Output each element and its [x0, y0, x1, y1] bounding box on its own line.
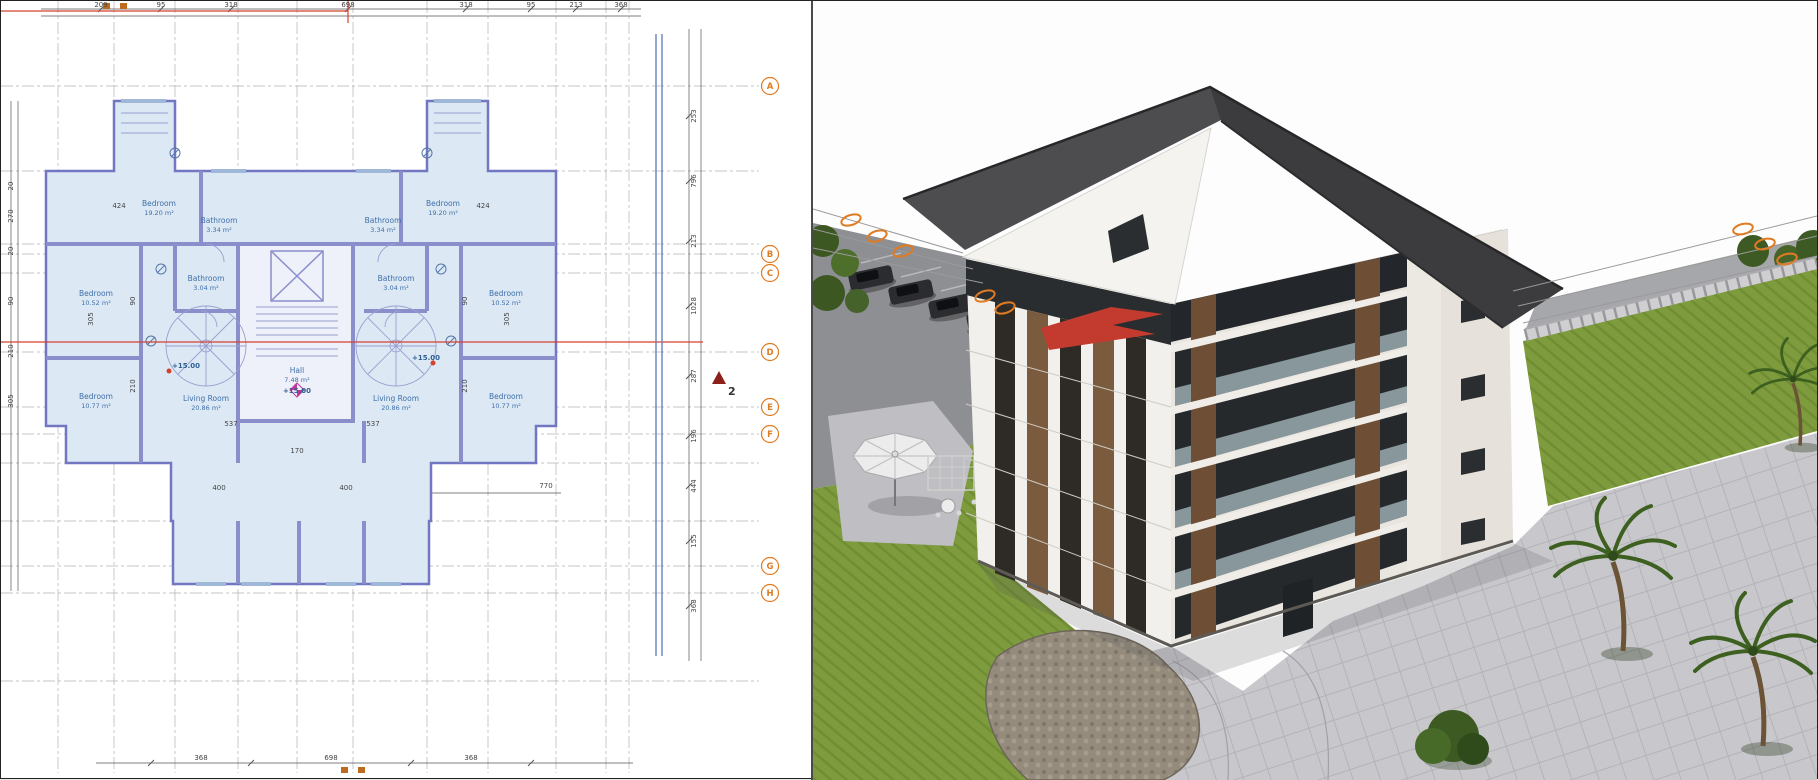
dim-label: 424: [112, 202, 126, 210]
room-name: Living Room: [183, 394, 229, 403]
room-name: Bathroom: [201, 216, 238, 225]
room-name: Bedroom: [142, 199, 176, 208]
grid-bubble-label: A: [767, 82, 774, 92]
dim-label: 368: [690, 599, 698, 612]
grid-bubble-label: G: [767, 562, 774, 572]
room-name: Bedroom: [489, 392, 523, 401]
room-area: 7.48 m²: [284, 376, 310, 384]
elevation-label: +15.00: [172, 362, 200, 370]
dim-label: 305: [503, 312, 511, 325]
dim-label: 444: [690, 479, 698, 493]
dim-label: 210: [461, 379, 469, 392]
dim-label: 368: [464, 754, 477, 762]
dim-label: 20: [7, 182, 15, 191]
dim-label: 400: [212, 484, 225, 492]
3d-view-pane[interactable]: [813, 1, 1817, 780]
dim-label: 537: [366, 420, 379, 428]
grid-bubble-label: F: [767, 430, 773, 440]
3d-viewport[interactable]: [813, 1, 1817, 780]
room-area: 10.77 m²: [81, 402, 111, 410]
room-area: 3.04 m²: [193, 284, 219, 292]
dim-label: 796: [690, 174, 698, 188]
dim-label: 90: [129, 297, 137, 306]
section-marker-label: 2: [728, 385, 736, 398]
dim-label: 90: [7, 297, 15, 306]
room-area: 10.77 m²: [491, 402, 521, 410]
room-name: Bedroom: [489, 289, 523, 298]
dim-label: 95: [157, 1, 166, 9]
dim-label: 368: [614, 1, 627, 9]
dim-label: 770: [539, 482, 552, 490]
room-area: 19.20 m²: [428, 209, 458, 217]
grid-bubble-label: E: [767, 403, 773, 413]
grid-bubble-label: H: [766, 589, 773, 599]
dim-label: 287: [690, 369, 698, 382]
room-name: Bathroom: [365, 216, 402, 225]
section-marker[interactable]: 2: [712, 371, 736, 398]
dim-label: 20: [7, 247, 15, 256]
dim-label: 305: [87, 312, 95, 325]
grid-bubble-label: C: [767, 269, 773, 279]
dim-label: 305: [7, 394, 15, 407]
cad-window: A B C D E F G H 209 95 318 698 318 95 21…: [0, 0, 1818, 779]
dim-label: 209: [94, 1, 107, 9]
dim-label: 270: [7, 209, 15, 222]
dim-label: 698: [341, 1, 354, 9]
dim-label: 210: [129, 379, 137, 392]
elevation-label: +15.00: [412, 354, 440, 362]
room-name: Living Room: [373, 394, 419, 403]
room-name: Bedroom: [426, 199, 460, 208]
dim-label: 424: [476, 202, 490, 210]
dim-label: 196: [690, 429, 698, 443]
dim-label: 90: [461, 297, 469, 306]
elevation-label: +15.00: [283, 387, 311, 395]
room-name: Bathroom: [378, 274, 415, 283]
room-name: Hall: [290, 366, 304, 375]
grid-bubbles: A B C D E F G H: [762, 78, 779, 602]
floor-plan-pane[interactable]: A B C D E F G H 209 95 318 698 318 95 21…: [1, 1, 813, 780]
dim-label: 170: [290, 447, 303, 455]
dim-label: 698: [324, 754, 337, 762]
dim-label: 318: [224, 1, 237, 9]
dim-label: 537: [224, 420, 237, 428]
grid-bubble-label: B: [767, 250, 773, 260]
dim-label: 368: [194, 754, 207, 762]
room-area: 3.34 m²: [206, 226, 232, 234]
window-band: [656, 34, 662, 656]
room-name: Bedroom: [79, 392, 113, 401]
dim-label: 155: [690, 534, 698, 547]
room-name: Bathroom: [188, 274, 225, 283]
spiral-stair-right: [356, 306, 436, 386]
floor-plan-viewport[interactable]: A B C D E F G H 209 95 318 698 318 95 21…: [1, 1, 813, 780]
room-area: 20.86 m²: [191, 404, 221, 412]
spiral-stair-left: [166, 306, 246, 386]
dim-label: 213: [569, 1, 582, 9]
grid-bubble-label: D: [766, 348, 773, 358]
room-area: 10.52 m²: [491, 299, 521, 307]
dim-label: 318: [459, 1, 472, 9]
dim-label: 1028: [690, 297, 698, 315]
dim-label: 253: [690, 109, 698, 122]
dim-label: 95: [527, 1, 536, 9]
room-area: 3.34 m²: [370, 226, 396, 234]
room-area: 20.86 m²: [381, 404, 411, 412]
room-name: Bedroom: [79, 289, 113, 298]
room-area: 10.52 m²: [81, 299, 111, 307]
room-area: 19.20 m²: [144, 209, 174, 217]
room-area: 3.04 m²: [383, 284, 409, 292]
dim-label: 400: [339, 484, 352, 492]
dim-label: 213: [690, 234, 698, 247]
dim-label: 210: [7, 344, 15, 357]
